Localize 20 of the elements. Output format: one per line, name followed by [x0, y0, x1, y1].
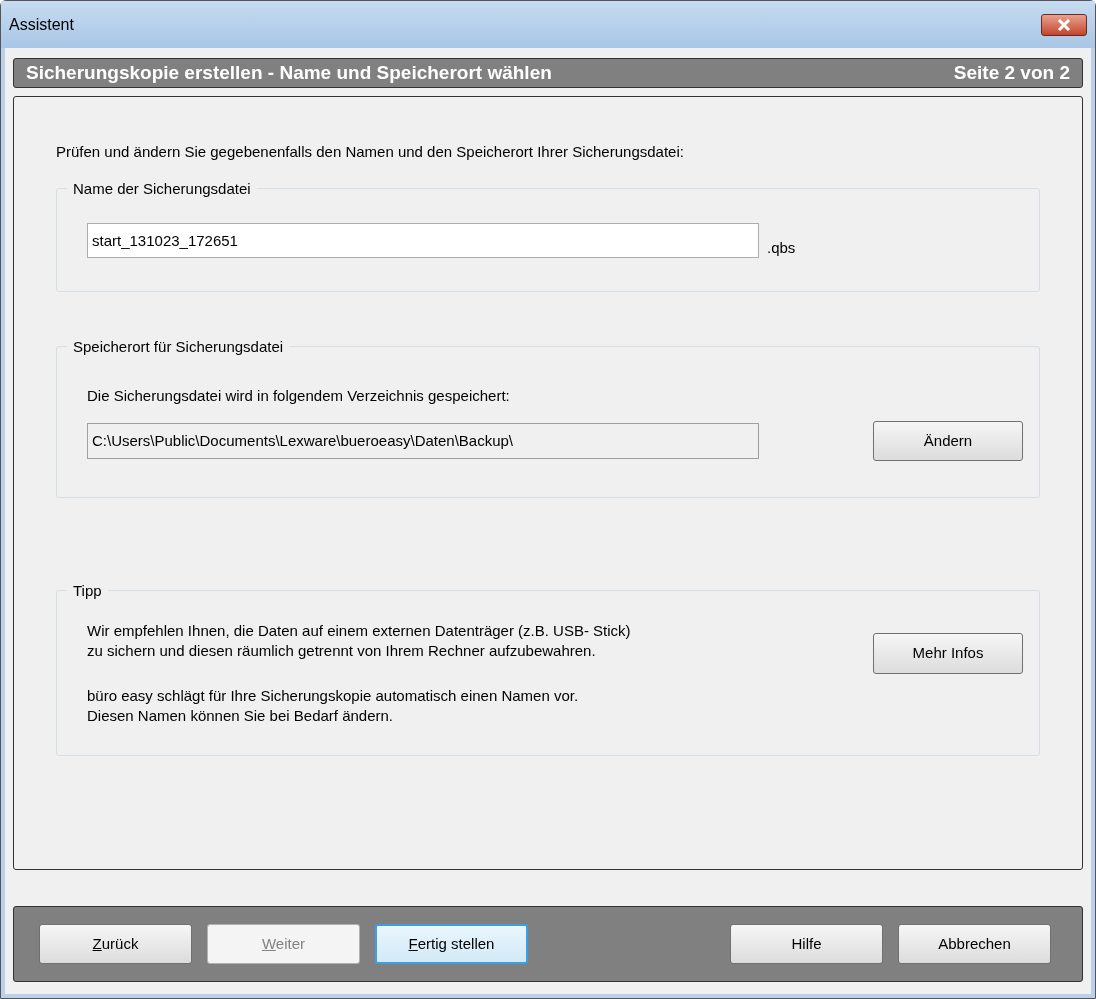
- location-description: Die Sicherungsdatei wird in folgendem Verzeichnis gespeichert:: [87, 385, 511, 406]
- window-title: Assistent: [9, 14, 74, 35]
- tip-text-line: Wir empfehlen Ihnen, die Daten auf einem externen Datenträger (z.B. USB- Stick): [87, 620, 632, 641]
- path-field: C:\Users\Public\Documents\Lexware\bueroeasy\Daten\Backup\: [87, 423, 759, 459]
- page-indicator: Seite 2 von 2: [953, 60, 1070, 85]
- footer-button[interactable]: Abbrechen: [898, 924, 1051, 964]
- tip-text-line: zu sichern und diesen räumlich getrennt von Ihrem Rechner aufzubewahren.: [87, 640, 597, 661]
- note-text-line: Diesen Namen können Sie bei Bedarf ändern.: [87, 705, 395, 726]
- close-button[interactable]: [1041, 13, 1087, 36]
- footer-button[interactable]: Fertig stellen: [375, 924, 528, 964]
- close-icon: [1057, 18, 1071, 31]
- footer-button[interactable]: Hilfe: [730, 924, 883, 964]
- footer-button[interactable]: Zurück: [39, 924, 192, 964]
- file-extension: .qbs: [767, 237, 796, 258]
- file-name-field[interactable]: start_131023_172651: [87, 222, 759, 258]
- intro-text: Prüfen und ändern Sie gegebenenfalls den Namen und den Speicherort Ihrer Sicherungsdatei:: [56, 142, 685, 162]
- more-info-button[interactable]: Mehr Infos: [873, 632, 1023, 674]
- note-text-line: büro easy schlägt für Ihre Sicherungskopie automatisch einen Namen vor.: [87, 685, 580, 706]
- change-button[interactable]: Ändern: [873, 421, 1023, 461]
- page-title: Sicherungskopie erstellen - Name und Speicherort wählen: [26, 60, 552, 85]
